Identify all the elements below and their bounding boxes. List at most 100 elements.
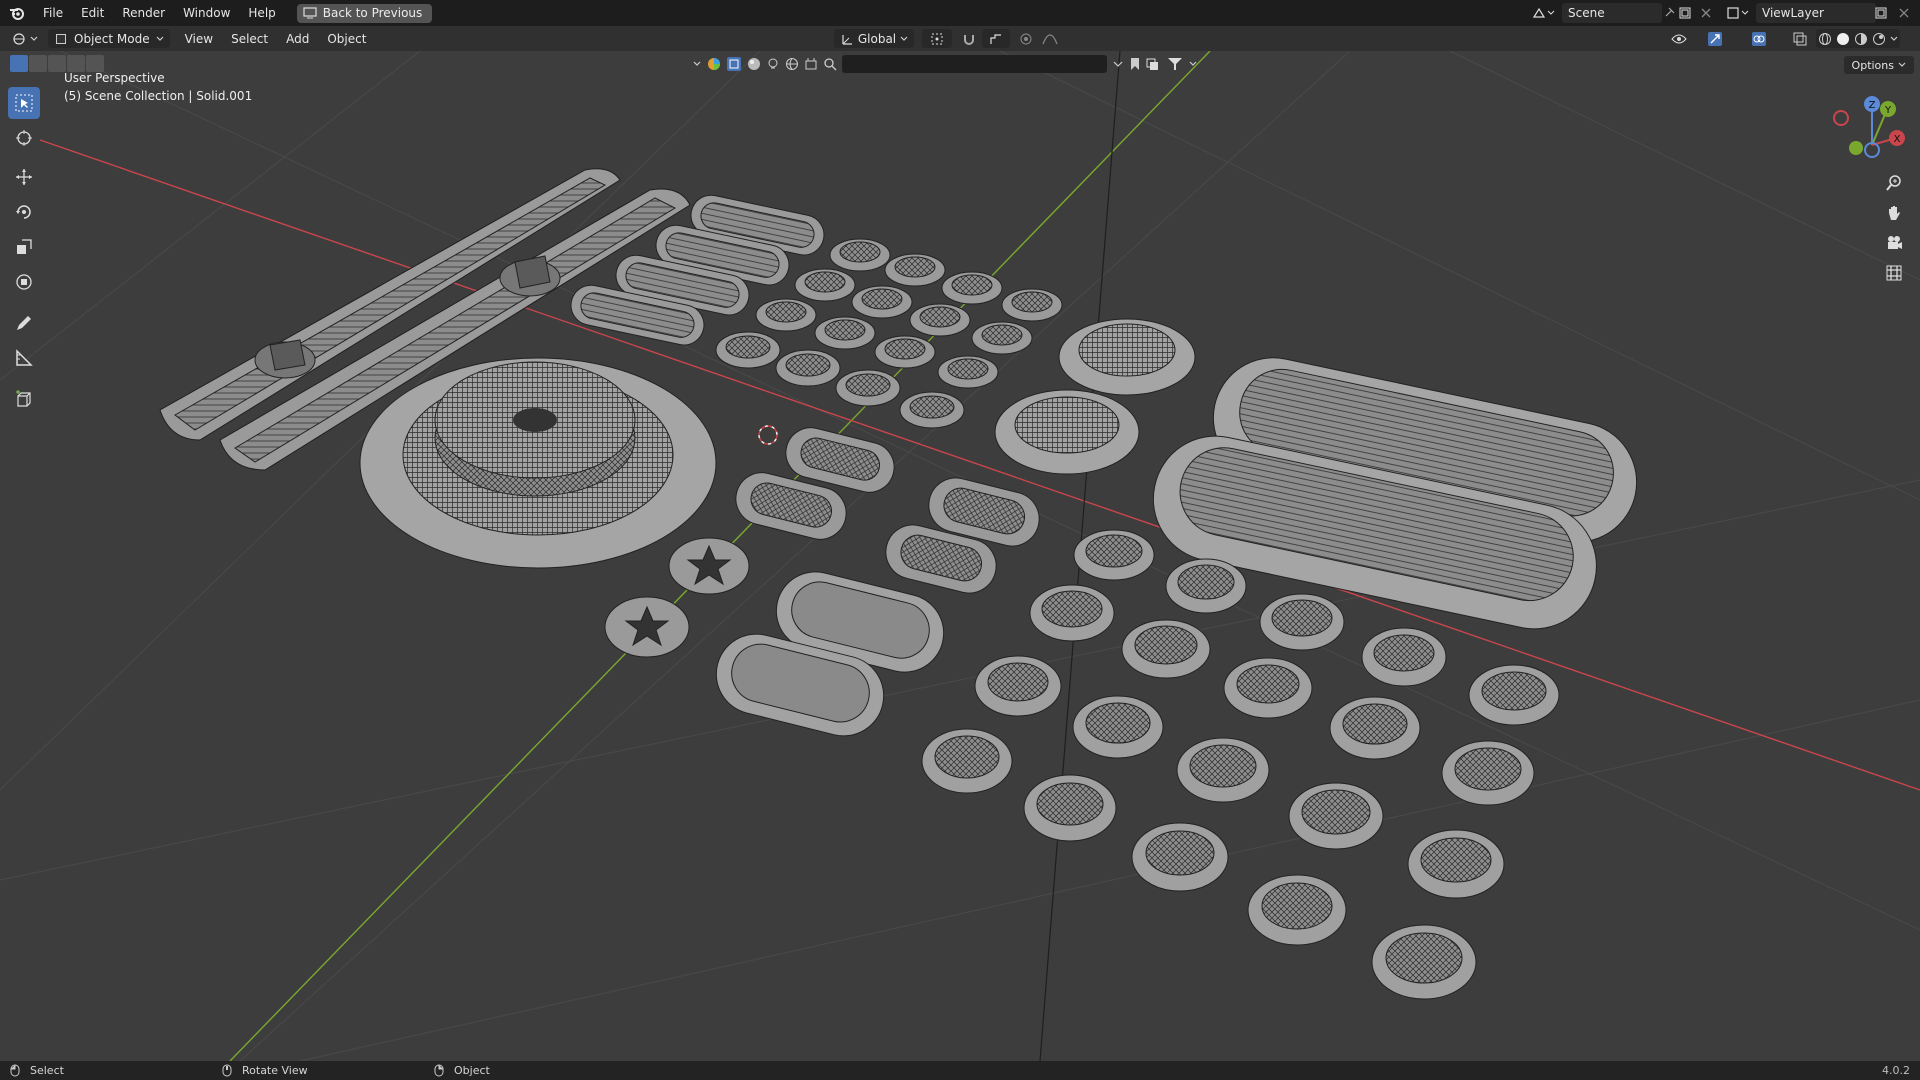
visibility-dropdown[interactable] <box>1666 29 1692 48</box>
proportional-edit-toggle[interactable] <box>1016 29 1036 48</box>
menu-add[interactable]: Add <box>277 32 318 46</box>
options-label: Options <box>1851 58 1894 72</box>
delete-viewlayer-icon[interactable] <box>1898 7 1910 19</box>
mode-dropdown[interactable]: Object Mode <box>48 29 170 48</box>
back-to-previous-button[interactable]: Back to Previous <box>296 3 433 23</box>
editor-type-selector[interactable] <box>12 29 40 48</box>
scene-selector[interactable]: Scene <box>1526 3 1694 23</box>
3d-viewport-icon <box>13 32 25 45</box>
menu-help[interactable]: Help <box>239 0 284 26</box>
pivot-point-dropdown[interactable] <box>922 29 952 48</box>
move-tool[interactable] <box>8 161 40 193</box>
scene-filter-icon[interactable] <box>804 57 818 71</box>
status-object-hint: Object <box>434 1064 490 1077</box>
pan-tool[interactable] <box>1882 201 1906 225</box>
overlays-icon <box>1752 31 1766 46</box>
snap-increment-icon <box>990 33 1001 44</box>
select-intersect-button[interactable] <box>86 55 104 72</box>
scene-name-field[interactable]: Scene <box>1562 3 1662 23</box>
viewport-header: Object Mode View Select Add Object Globa… <box>0 26 1920 51</box>
tool-shelf <box>8 87 40 418</box>
display-mode-icon[interactable] <box>1146 57 1162 71</box>
pivot-icon <box>931 33 943 44</box>
color-wheel-icon[interactable] <box>707 57 721 71</box>
viewlayer-name-field[interactable]: ViewLayer <box>1756 3 1876 23</box>
gizmo-x-label: X <box>1894 134 1901 145</box>
select-new-button[interactable] <box>10 55 28 72</box>
world-filter-icon[interactable] <box>785 57 799 71</box>
filter-funnel-icon[interactable] <box>1167 57 1183 71</box>
solid-shading-icon[interactable] <box>1836 32 1850 46</box>
selection-mode-buttons <box>10 55 104 72</box>
delete-scene-icon[interactable] <box>1700 7 1712 19</box>
add-cube-tool[interactable] <box>8 383 40 415</box>
select-subtract-button[interactable] <box>48 55 66 72</box>
blender-logo-icon[interactable] <box>0 0 34 26</box>
camera-view-tool[interactable] <box>1882 231 1906 255</box>
transform-icon <box>16 274 32 290</box>
material-shading-icon[interactable] <box>1854 32 1868 46</box>
snap-target-dropdown[interactable] <box>982 29 1010 48</box>
chevron-down-icon[interactable] <box>1112 59 1124 69</box>
viewlayer-selector[interactable]: ViewLayer <box>1720 3 1900 23</box>
select-extend-button[interactable] <box>29 55 47 72</box>
falloff-dropdown[interactable] <box>1038 29 1062 48</box>
rotate-tool[interactable] <box>8 196 40 228</box>
star-buttons[interactable] <box>604 537 750 658</box>
menu-select[interactable]: Select <box>222 32 277 46</box>
large-dial-knob[interactable] <box>359 357 717 569</box>
menu-render[interactable]: Render <box>113 0 174 26</box>
scale-icon <box>17 239 32 254</box>
crosshair-icon <box>16 130 32 146</box>
wireframe-shading-icon[interactable] <box>1818 32 1832 46</box>
menu-view[interactable]: View <box>176 32 222 46</box>
object-mode-icon <box>56 33 66 44</box>
3d-cursor[interactable] <box>758 425 778 445</box>
annotate-tool[interactable] <box>8 307 40 339</box>
new-viewlayer-icon[interactable] <box>1874 6 1888 20</box>
menu-edit[interactable]: Edit <box>72 0 113 26</box>
snap-toggle[interactable] <box>958 29 980 48</box>
menu-file[interactable]: File <box>34 0 72 26</box>
3d-viewport[interactable]: Z Y X Options User Perspective (5) Scene… <box>0 51 1920 1061</box>
screen-icon <box>303 7 317 19</box>
rendered-shading-icon[interactable] <box>1872 32 1886 46</box>
chevron-down-icon[interactable] <box>692 59 702 69</box>
cursor-tool[interactable] <box>8 122 40 154</box>
version-label: 4.0.2 <box>1882 1064 1910 1077</box>
mouse-middle-icon <box>222 1064 232 1077</box>
measure-tool[interactable] <box>8 342 40 374</box>
asset-search-input[interactable] <box>842 55 1107 73</box>
new-scene-icon[interactable] <box>1678 6 1692 20</box>
select-box-tool[interactable] <box>8 87 40 119</box>
orientation-label: Global <box>857 31 897 46</box>
navigation-gizmo[interactable]: Z Y X <box>1833 96 1905 158</box>
shading-mode-group[interactable] <box>1816 29 1900 48</box>
mouse-right-icon <box>434 1064 444 1077</box>
options-dropdown[interactable]: Options <box>1843 56 1914 74</box>
bookmark-icon[interactable] <box>1129 57 1141 71</box>
zoom-tool[interactable] <box>1882 171 1906 195</box>
mesh-filter-icon[interactable] <box>726 56 742 72</box>
overlays-toggle[interactable] <box>1744 29 1774 48</box>
menu-window[interactable]: Window <box>174 0 239 26</box>
gizmo-toggle[interactable] <box>1700 29 1730 48</box>
scale-tool[interactable] <box>8 231 40 263</box>
transform-orientation-dropdown[interactable]: Global <box>834 29 914 48</box>
proportional-edit-icon <box>1020 33 1032 44</box>
orientation-icon <box>842 34 852 45</box>
viewport-canvas[interactable]: Z Y X <box>0 51 1920 1061</box>
camera-icon <box>1888 236 1902 249</box>
chevron-down-icon <box>1890 36 1898 41</box>
pin-icon[interactable] <box>1662 6 1676 20</box>
material-filter-icon[interactable] <box>747 57 761 71</box>
light-filter-icon[interactable] <box>766 57 780 71</box>
menu-object[interactable]: Object <box>318 32 375 46</box>
select-invert-button[interactable] <box>67 55 85 72</box>
ortho-toggle-tool[interactable] <box>1882 261 1906 285</box>
collection-label: (5) Scene Collection | Solid.001 <box>64 89 253 103</box>
transform-tool[interactable] <box>8 266 40 298</box>
xray-toggle[interactable] <box>1790 29 1810 48</box>
chevron-down-icon[interactable] <box>1188 59 1198 69</box>
gizmo-z-label: Z <box>1869 100 1876 111</box>
